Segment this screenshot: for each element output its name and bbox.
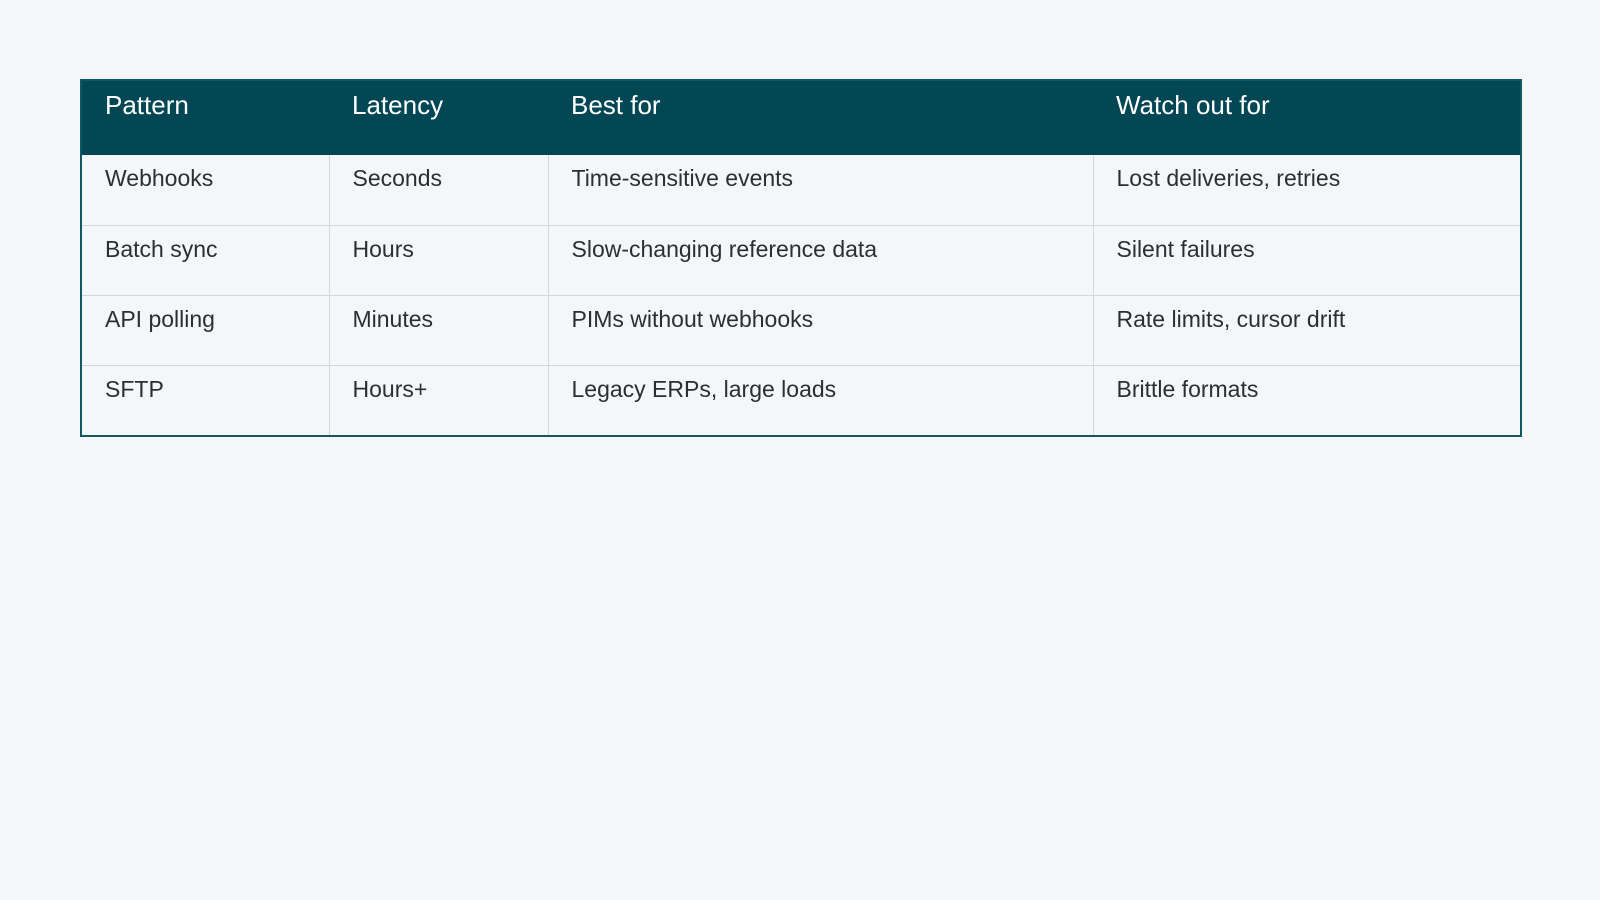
cell-watch-out-for: Rate limits, cursor drift (1092, 294, 1520, 365)
table-row: Webhooks Seconds Time-sensitive events L… (82, 155, 1520, 225)
cell-best-for: Legacy ERPs, large loads (547, 364, 1093, 435)
cell-best-for: Slow-changing reference data (547, 224, 1093, 295)
table-header: Pattern Latency Best for Watch out for (82, 81, 1520, 155)
header-watch-out-for: Watch out for (1116, 90, 1270, 120)
cell-pattern: SFTP (82, 364, 329, 435)
header-row: Pattern Latency Best for Watch out for (82, 81, 1520, 155)
header-pattern: Pattern (105, 90, 189, 120)
table-row: SFTP Hours+ Legacy ERPs, large loads Bri… (82, 364, 1520, 435)
table-body: Webhooks Seconds Time-sensitive events L… (82, 155, 1520, 435)
cell-watch-out-for: Silent failures (1092, 224, 1520, 295)
cell-pattern: API polling (82, 294, 329, 365)
cell-pattern: Webhooks (105, 165, 214, 191)
cell-latency: Hours (328, 224, 548, 295)
cell-watch-out-for: Brittle formats (1092, 364, 1520, 435)
cell-latency: Seconds (328, 155, 548, 225)
table: Pattern Latency Best for Watch out for W… (82, 81, 1520, 435)
header-latency: Latency (352, 90, 444, 120)
cell-best-for: Time-sensitive events (547, 155, 1093, 225)
cell-latency: Hours+ (328, 364, 548, 435)
table-row: Batch sync Hours Slow-changing reference… (82, 224, 1520, 295)
cell-best-for: PIMs without webhooks (547, 294, 1093, 365)
cell-pattern: Batch sync (82, 224, 329, 295)
header-best-for: Best for (571, 90, 661, 120)
cell-watch-out-for: Lost deliveries, retries (1092, 155, 1520, 225)
table-row: API polling Minutes PIMs without webhook… (82, 294, 1520, 365)
integration-patterns-table: Pattern Latency Best for Watch out for W… (80, 79, 1522, 437)
cell-latency: Minutes (328, 294, 548, 365)
